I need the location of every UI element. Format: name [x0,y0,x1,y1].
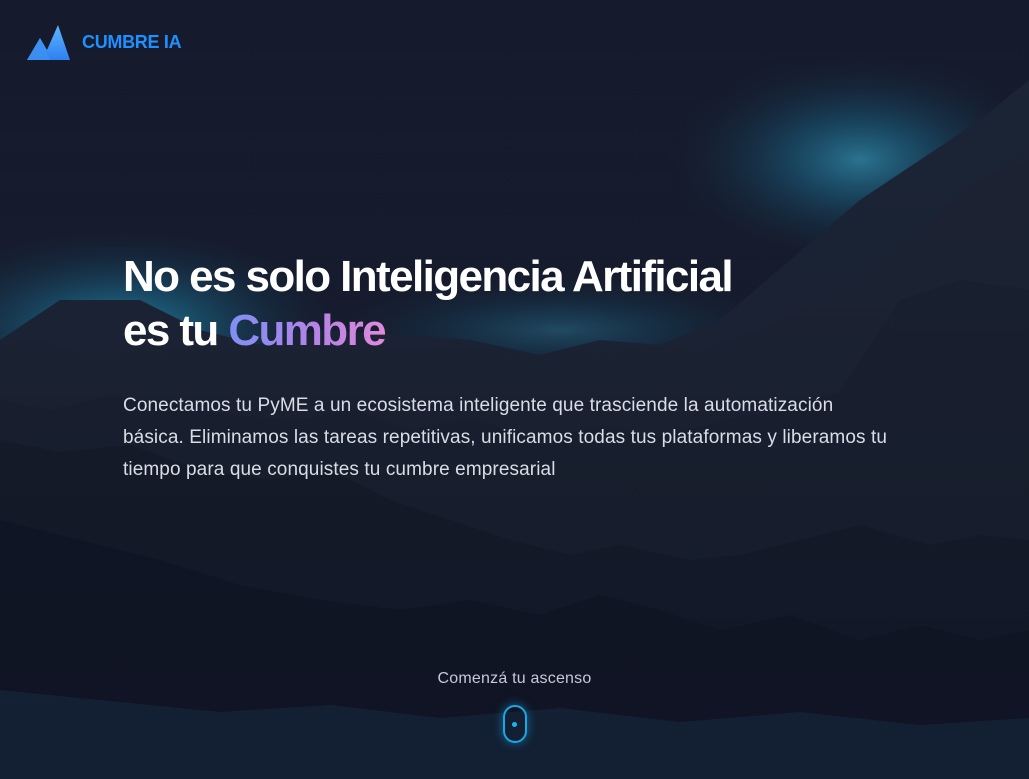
scroll-mouse-icon[interactable] [502,705,527,743]
site-header: CUMBRE IA [26,22,182,62]
hero-section: No es solo Inteligencia Artificial es tu… [123,250,923,486]
hero-title: No es solo Inteligencia Artificial es tu… [123,250,923,358]
brand-name[interactable]: CUMBRE IA [82,32,182,53]
hero-title-line-1: No es solo Inteligencia Artificial [123,252,734,301]
hero-title-prefix: es tu [123,306,219,355]
cta-label[interactable]: Comenzá tu ascenso [0,670,1029,688]
hero-title-accent: Cumbre [228,306,386,355]
scroll-dot [512,722,517,727]
hero-description: Conectamos tu PyME a un ecosistema intel… [123,395,888,480]
mountain-icon[interactable] [26,22,72,62]
hero-title-line-2: es tu Cumbre [123,304,923,358]
scroll-cta[interactable]: Comenzá tu ascenso [0,670,1029,748]
